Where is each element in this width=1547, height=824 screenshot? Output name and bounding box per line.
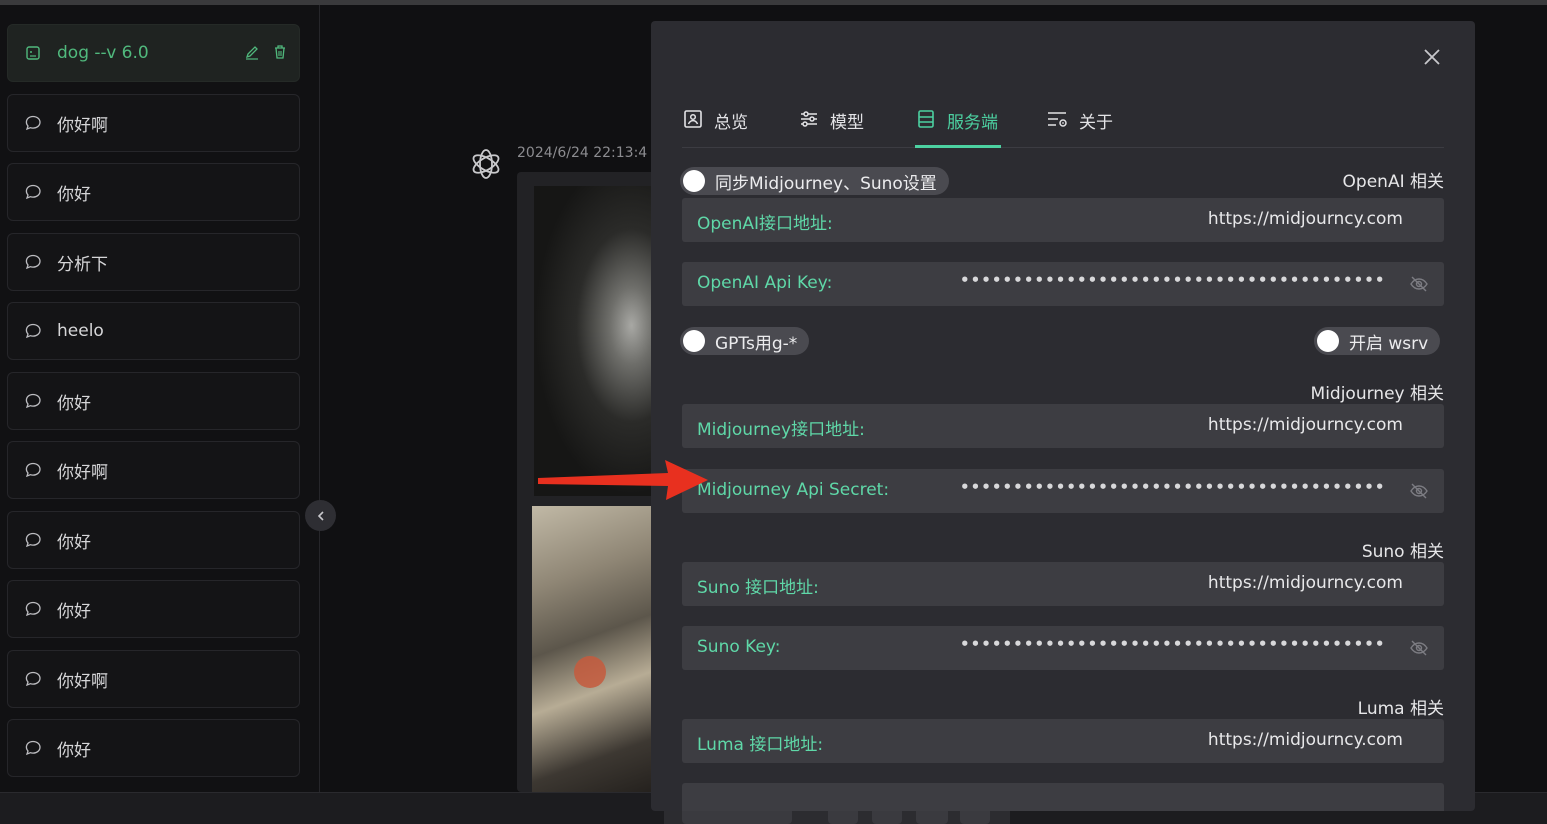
tab-about[interactable]: 关于 [1047, 103, 1113, 148]
annotation-arrow [538, 460, 708, 500]
tab-label: 关于 [1079, 113, 1113, 133]
openai-url-field[interactable]: OpenAI接口地址: https://midjourncy.com [682, 198, 1444, 242]
about-icon [1047, 108, 1069, 130]
chat-bubble-icon [24, 600, 42, 618]
conversation-title: 你好啊 [57, 115, 108, 136]
delete-icon[interactable] [272, 44, 288, 64]
edit-icon[interactable] [244, 44, 260, 64]
collapse-sidebar-button[interactable] [305, 500, 336, 531]
sync-settings-toggle[interactable]: 同步Midjourney、Suno设置 [680, 167, 949, 195]
chat-bubble-icon [24, 531, 42, 549]
midjourney-url-field[interactable]: Midjourney接口地址: https://midjourncy.com [682, 404, 1444, 448]
chat-bubble-icon [24, 392, 42, 410]
masked-value[interactable]: ••••••••••••••••••••••••••••••••••••••••… [960, 271, 1385, 289]
eye-off-icon[interactable] [1409, 638, 1429, 658]
field-value[interactable]: https://midjourncy.com [1208, 573, 1403, 593]
field-value[interactable]: https://midjourncy.com [1208, 209, 1403, 229]
conversation-item[interactable]: 你好啊 [7, 650, 300, 708]
conversation-item[interactable]: heelo [7, 302, 300, 360]
midjourney-section-title: Midjourney 相关 [1310, 384, 1444, 404]
field-label: OpenAI接口地址: [697, 214, 833, 234]
close-icon [1424, 49, 1440, 65]
conversation-title: 你好 [57, 532, 91, 553]
masked-value[interactable]: ••••••••••••••••••••••••••••••••••••••••… [960, 478, 1385, 496]
close-button[interactable] [1421, 46, 1443, 68]
luma-key-field[interactable] [682, 783, 1444, 811]
conversation-title: 你好啊 [57, 671, 108, 692]
tab-overview[interactable]: 总览 [682, 103, 748, 148]
overview-icon [682, 108, 704, 130]
conversation-item[interactable]: 你好 [7, 511, 300, 569]
chat-bubble-icon [24, 253, 42, 271]
field-label: Luma 接口地址: [697, 735, 824, 755]
field-label: Suno Key: [697, 637, 781, 657]
eye-off-icon[interactable] [1409, 481, 1429, 501]
tab-server[interactable]: 服务端 [915, 103, 998, 148]
settings-modal: 总览 模型 服务端 关于 同步Midjourney、Suno设置 OpenAI … [651, 21, 1475, 811]
chevron-left-icon [317, 510, 324, 521]
conversation-item[interactable]: 你好 [7, 719, 300, 777]
tab-label: 服务端 [947, 113, 998, 133]
field-value[interactable]: https://midjourncy.com [1208, 730, 1403, 750]
conversation-title: 你好 [57, 393, 91, 414]
chat-bubble-icon [24, 670, 42, 688]
conversation-item[interactable]: 你好啊 [7, 441, 300, 499]
conversation-title: 你好 [57, 184, 91, 205]
suno-url-field[interactable]: Suno 接口地址: https://midjourncy.com [682, 562, 1444, 606]
eye-off-icon[interactable] [1409, 274, 1429, 294]
sliders-icon [798, 108, 820, 130]
active-tab-indicator [915, 145, 1001, 148]
luma-url-field[interactable]: Luma 接口地址: https://midjourncy.com [682, 719, 1444, 763]
field-label: Midjourney Api Secret: [697, 480, 890, 500]
field-value[interactable]: https://midjourncy.com [1208, 415, 1403, 435]
conversation-title: 你好啊 [57, 462, 108, 483]
wsrv-toggle[interactable]: 开启 wsrv [1314, 327, 1441, 355]
conversation-item[interactable]: 你好 [7, 163, 300, 221]
toggle-label: 开启 wsrv [1349, 333, 1429, 354]
openai-section-title: OpenAI 相关 [1342, 172, 1444, 192]
openai-key-field[interactable]: OpenAI Api Key: ••••••••••••••••••••••••… [682, 262, 1444, 306]
message-timestamp: 2024/6/24 22:13:4 [517, 145, 648, 161]
chat-bubble-icon [24, 114, 42, 132]
toggle-label: 同步Midjourney、Suno设置 [715, 173, 937, 194]
conversation-item[interactable]: 你好啊 [7, 94, 300, 152]
chat-bubble-icon [24, 183, 42, 201]
settings-tabs: 总览 模型 服务端 关于 [682, 103, 1444, 148]
field-label: Suno 接口地址: [697, 578, 819, 598]
conversation-item[interactable]: 分析下 [7, 233, 300, 291]
luma-section-title: Luma 相关 [1357, 699, 1444, 719]
app-window: dog --v 6.0 你好啊 你好 分析下 heelo 你好 你好啊 你好 你… [0, 0, 1547, 824]
conversation-title: heelo [57, 321, 104, 341]
suno-section-title: Suno 相关 [1361, 542, 1444, 562]
image-conversation-icon [24, 44, 42, 62]
conversation-item[interactable]: 你好 [7, 372, 300, 430]
suno-key-field[interactable]: Suno Key: ••••••••••••••••••••••••••••••… [682, 626, 1444, 670]
conversation-title: 你好 [57, 601, 91, 622]
artwork-image[interactable] [532, 506, 657, 792]
gpts-toggle[interactable]: GPTs用g-* [680, 327, 810, 355]
masked-value[interactable]: ••••••••••••••••••••••••••••••••••••••••… [960, 635, 1385, 653]
tab-label: 总览 [714, 113, 748, 133]
chat-bubble-icon [24, 461, 42, 479]
conversation-title: dog --v 6.0 [57, 43, 149, 63]
conversation-title: 你好 [57, 740, 91, 761]
toggle-label: GPTs用g-* [715, 333, 798, 354]
conversation-item-active[interactable]: dog --v 6.0 [7, 24, 300, 82]
conversation-item[interactable]: 你好 [7, 580, 300, 638]
toggle-knob [683, 170, 705, 192]
toggle-knob [1317, 330, 1339, 352]
toggle-knob [683, 330, 705, 352]
chat-bubble-icon [24, 739, 42, 757]
openai-logo-icon [468, 146, 504, 182]
field-label: OpenAI Api Key: [697, 273, 833, 293]
field-label: Midjourney接口地址: [697, 420, 865, 440]
tab-models[interactable]: 模型 [798, 103, 864, 148]
chat-bubble-icon [24, 322, 42, 340]
tab-label: 模型 [830, 113, 864, 133]
server-icon [915, 108, 937, 130]
midjourney-secret-field[interactable]: Midjourney Api Secret: •••••••••••••••••… [682, 469, 1444, 513]
sidebar: dog --v 6.0 你好啊 你好 分析下 heelo 你好 你好啊 你好 你… [0, 5, 320, 792]
conversation-title: 分析下 [57, 254, 108, 275]
